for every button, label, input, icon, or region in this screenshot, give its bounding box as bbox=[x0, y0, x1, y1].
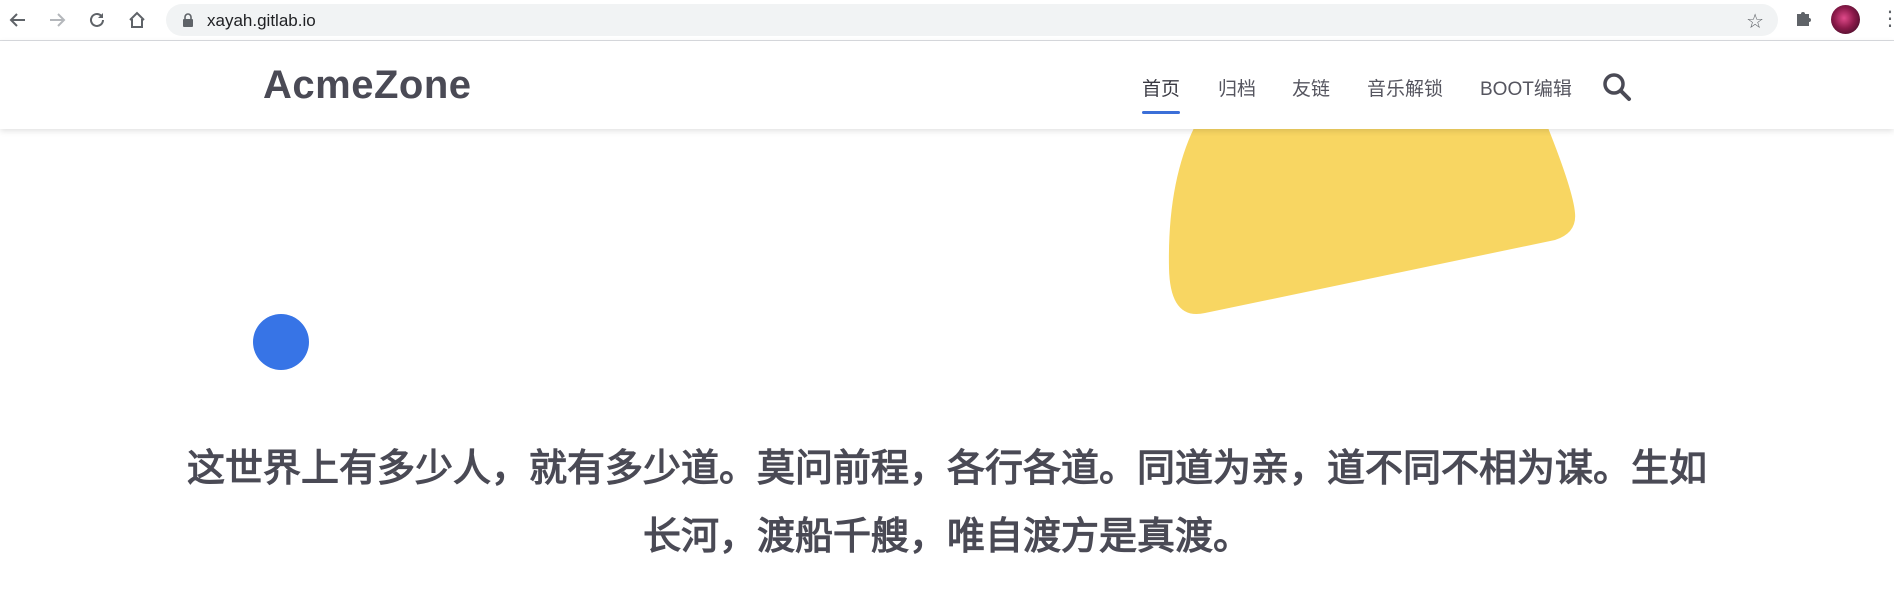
home-button[interactable] bbox=[123, 6, 151, 34]
back-button[interactable] bbox=[4, 6, 32, 34]
profile-avatar[interactable] bbox=[1831, 5, 1860, 34]
arrow-right-icon bbox=[50, 13, 66, 27]
lock-icon bbox=[183, 13, 193, 27]
hero-quote: 这世界上有多少人，就有多少道。莫问前程，各行各道。同道为亲，道不同不相为谋。生如… bbox=[170, 434, 1724, 570]
hero-quote-line-2: 长河，渡船千艘，唯自渡方是真渡。 bbox=[642, 514, 1251, 558]
nav-archive[interactable]: 归档 bbox=[1218, 74, 1256, 101]
reload-button[interactable] bbox=[83, 6, 111, 34]
hero-quote-line-1: 这世界上有多少人，就有多少道。莫问前程，各行各道。同道为亲，道不同不相为谋。生如 bbox=[186, 446, 1707, 490]
browser-toolbar: xayah.gitlab.io ☆ ⋮ bbox=[0, 0, 1894, 41]
nav-home[interactable]: 首页 bbox=[1142, 74, 1180, 101]
yellow-blob-shape bbox=[1168, 108, 1576, 315]
search-icon[interactable] bbox=[1602, 72, 1632, 102]
arrow-left-icon bbox=[9, 13, 25, 27]
url-text[interactable]: xayah.gitlab.io bbox=[207, 11, 316, 31]
site-logo[interactable]: AcmeZone bbox=[263, 63, 472, 108]
active-nav-indicator bbox=[1142, 111, 1180, 114]
site-header: AcmeZone 首页 归档 友链 音乐解锁 BOOT编辑 bbox=[0, 41, 1894, 129]
nav-boot-editor[interactable]: BOOT编辑 bbox=[1480, 74, 1572, 101]
nav-music-unlock[interactable]: 音乐解锁 bbox=[1367, 74, 1443, 101]
home-icon bbox=[129, 11, 145, 28]
puzzle-icon[interactable] bbox=[1794, 8, 1814, 28]
kebab-icon[interactable]: ⋮ bbox=[1880, 9, 1894, 29]
reload-icon bbox=[90, 12, 104, 27]
nav-friends[interactable]: 友链 bbox=[1292, 74, 1330, 101]
address-bar[interactable]: xayah.gitlab.io ☆ bbox=[166, 4, 1778, 36]
blue-circle-shape bbox=[253, 314, 309, 370]
star-icon[interactable]: ☆ bbox=[1746, 9, 1764, 34]
forward-button[interactable] bbox=[43, 6, 71, 34]
